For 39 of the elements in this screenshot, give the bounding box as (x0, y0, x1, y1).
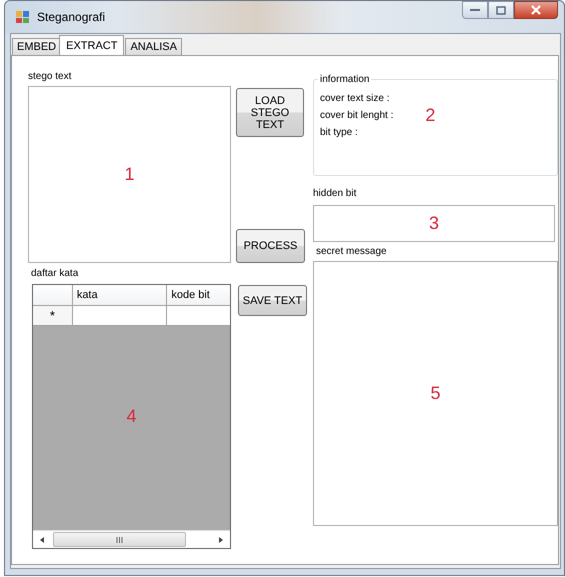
minimize-icon (470, 8, 480, 12)
maximize-icon (496, 6, 506, 14)
new-row-marker: * (33, 306, 73, 326)
horizontal-scrollbar[interactable] (33, 530, 230, 548)
scrollbar-thumb[interactable] (53, 532, 186, 547)
left-arrow-icon[interactable] (40, 536, 44, 542)
word-table[interactable]: kata kode bit * 4 (32, 284, 231, 549)
info-label: cover text size : (320, 93, 390, 104)
app-icon (15, 9, 31, 25)
tab[interactable]: EXTRACT (59, 35, 124, 55)
annotation-number: 3 (428, 213, 439, 234)
annotation-number: 2 (425, 105, 436, 126)
annotation-number: 5 (430, 383, 440, 404)
field-label: daftar kata (31, 267, 80, 281)
tab[interactable]: EMBED (12, 38, 62, 55)
info-label: bit type : (320, 127, 359, 138)
load-stego-text-button[interactable]: LOAD STEGO TEXT (236, 88, 304, 137)
right-arrow-icon[interactable] (219, 536, 223, 542)
stego-text-field[interactable]: 1 (28, 86, 231, 263)
tab[interactable]: ANALISA (125, 38, 182, 55)
field-label: secret message (316, 245, 388, 259)
window-title: Steganografi (37, 10, 106, 24)
field-label: hidden bit (313, 187, 358, 201)
info-label: cover bit lenght : (320, 110, 394, 121)
save-text-button[interactable]: SAVE TEXT (238, 285, 307, 316)
grip-icon (116, 536, 123, 542)
annotation-number: 1 (124, 164, 134, 185)
maximize-button[interactable] (488, 1, 514, 19)
minimize-button[interactable] (462, 1, 488, 19)
close-button[interactable] (514, 1, 558, 19)
field-label: stego text (28, 70, 72, 84)
annotation-number: 4 (126, 406, 136, 426)
corner-header (33, 285, 73, 306)
close-icon (530, 5, 542, 15)
process-button[interactable]: PROCESS (236, 229, 305, 263)
column-header[interactable]: kata (72, 285, 168, 306)
group-title: information (319, 74, 370, 85)
hidden-bit-field[interactable]: 3 (313, 205, 555, 242)
secret-message-field[interactable]: 5 (313, 261, 558, 526)
